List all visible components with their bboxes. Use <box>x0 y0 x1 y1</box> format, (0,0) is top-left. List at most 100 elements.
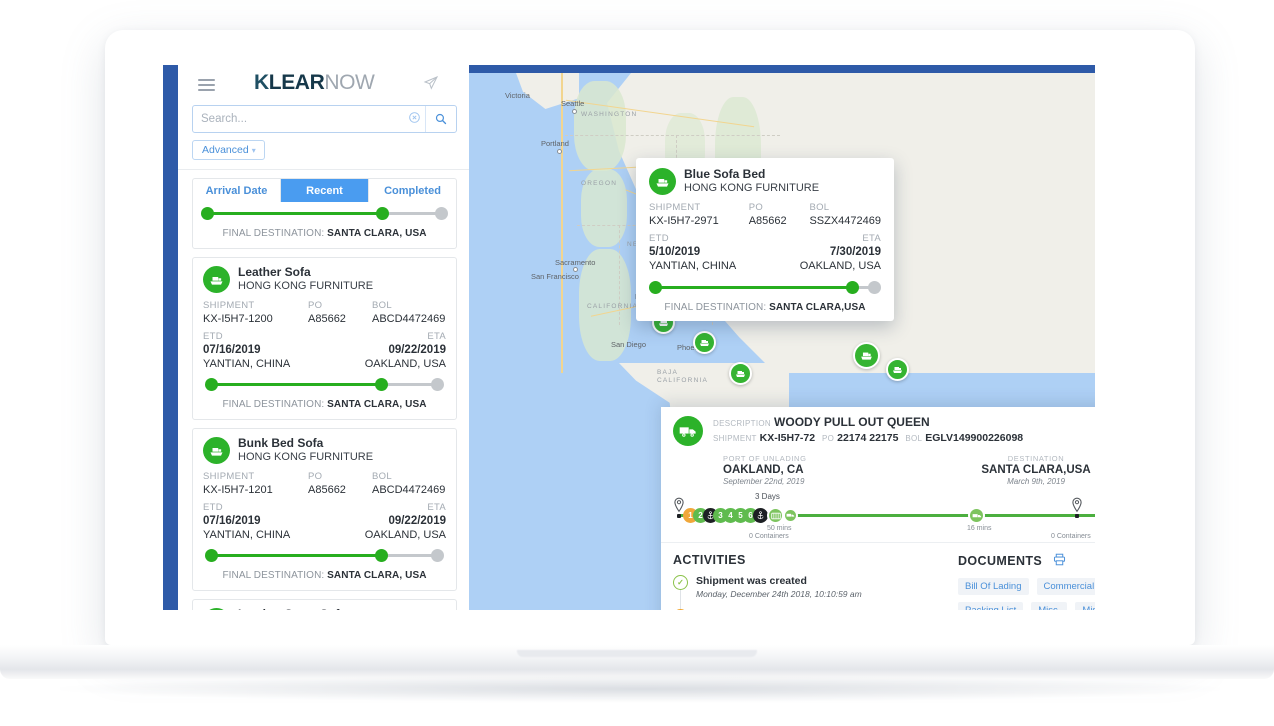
progress-handle-start[interactable] <box>205 549 218 562</box>
search-icon[interactable] <box>425 106 456 132</box>
map-city-dot <box>572 109 577 114</box>
final-destination-value: SANTA CLARA, USA <box>327 570 427 581</box>
road-i5 <box>561 73 563 373</box>
map-state-label: WASHINGTON <box>581 111 638 118</box>
po-field: PO A85662 <box>749 202 810 228</box>
progress-handle-current[interactable] <box>846 281 860 294</box>
floating-shipment-card[interactable]: Blue Sofa Bed HONG KONG FURNITURE SHIPME… <box>636 158 894 321</box>
app-screen: Victoria Seattle Portland Sacramento San… <box>163 65 1095 610</box>
activity-item[interactable]: ✓ Shipment was created Monday, December … <box>673 575 946 600</box>
tab-arrival-date[interactable]: Arrival Date <box>193 179 281 202</box>
progress-handle-end[interactable] <box>435 207 448 220</box>
final-destination-label: FINAL DESTINATION: <box>222 399 325 410</box>
document-chip-commercial-invoice[interactable]: Commercial Invoice <box>1036 578 1095 595</box>
activities-title: ACTIVITIES <box>673 553 746 567</box>
leg-port-of-unlading: PORT OF UNLADING OAKLAND, CA September 2… <box>723 454 807 486</box>
po-label: PO <box>748 202 764 213</box>
progress-handle-start[interactable] <box>649 281 662 294</box>
hamburger-icon[interactable] <box>198 79 215 91</box>
progress-handle-end[interactable] <box>868 281 881 294</box>
ship-badge-icon <box>203 437 230 464</box>
progress-track-fill <box>211 554 379 557</box>
progress-handle-end[interactable] <box>431 549 444 562</box>
po-value: A85662 <box>308 484 346 496</box>
leg-place: OAKLAND, CA <box>723 464 804 476</box>
detail-description-row: DESCRIPTION WOODY PULL OUT QUEEN <box>713 415 1095 431</box>
shipment-card-ids: SHIPMENT KX-I5H7-1200 PO A85662 BOL ABCD… <box>203 300 446 326</box>
detail-ids-row: SHIPMENT KX-I5H7-72 PO 22174 22175 BOL E… <box>713 431 1095 446</box>
leg-date: March 9th, 2019 <box>1007 477 1065 486</box>
ship-marker-icon[interactable] <box>693 331 716 354</box>
shipment-card-titles: Leather Seats Sofa HONG KONG FURNITURE <box>238 608 373 611</box>
detail-body: ACTIVITIES ✓ Shipment was created Monday… <box>661 542 1095 610</box>
printer-icon[interactable] <box>1053 553 1066 569</box>
ship-badge-icon <box>649 168 676 195</box>
shipment-progress-track[interactable] <box>205 377 444 393</box>
timeline-duration-top: 3 Days <box>755 492 780 501</box>
po-value: A85662 <box>748 215 787 227</box>
shipment-card-company: HONG KONG FURNITURE <box>238 451 374 463</box>
advanced-button[interactable]: Advanced ▾ <box>192 140 265 160</box>
progress-track-fill <box>211 383 379 386</box>
detail-timeline[interactable]: 1 2 3 4 5 6 3 Days 50 mins 0 Containers … <box>671 492 1095 540</box>
tab-recent[interactable]: Recent <box>281 179 369 202</box>
shipment-card[interactable]: Bunk Bed Sofa HONG KONG FURNITURE SHIPME… <box>192 428 457 591</box>
timeline-container-icon[interactable] <box>767 507 784 524</box>
activity-date: Monday, December 24th 2018, 10:10:59 am <box>696 589 862 599</box>
timeline-destination-node <box>1075 514 1079 518</box>
shipment-card-title: Leather Seats Sofa <box>238 608 373 611</box>
shipment-card-header: Blue Sofa Bed HONG KONG FURNITURE <box>649 168 881 195</box>
ship-marker-icon[interactable] <box>853 342 880 369</box>
document-chip-bill-of-lading[interactable]: Bill Of Lading <box>958 578 1029 595</box>
eta-date: 09/22/2019 <box>388 515 446 527</box>
shipment-card-company: HONG KONG FURNITURE <box>684 182 820 194</box>
progress-handle-current[interactable] <box>374 549 388 562</box>
activity-item[interactable]: 1 ISF was accepted, but there were warni… <box>673 609 946 610</box>
progress-handle-current[interactable] <box>376 207 390 220</box>
shipment-field: SHIPMENT KX-I5H7-2971 <box>649 202 749 228</box>
po-value: A85662 <box>308 313 346 325</box>
eta-label: ETA <box>862 233 881 244</box>
etd-place: YANTIAN, CHINA <box>203 529 291 541</box>
etd-label: ETD <box>203 502 223 513</box>
etd-label: ETD <box>649 233 669 244</box>
map-city-dot <box>557 149 562 154</box>
shipment-card-header: Leather Sofa HONG KONG FURNITURE <box>203 266 446 293</box>
search-input[interactable] <box>193 113 403 125</box>
final-destination-label: FINAL DESTINATION: <box>664 302 767 313</box>
shipment-card[interactable]: Leather Sofa HONG KONG FURNITURE SHIPMEN… <box>192 257 457 420</box>
progress-handle-end[interactable] <box>431 378 444 391</box>
document-chip-misc[interactable]: Misc. <box>1031 602 1068 610</box>
search-row <box>192 105 457 133</box>
progress-handle-current[interactable] <box>374 378 388 391</box>
map-city-label: San Diego <box>611 340 647 349</box>
clear-circle-icon[interactable] <box>403 112 425 126</box>
tab-completed[interactable]: Completed <box>369 179 456 202</box>
progress-handle-start[interactable] <box>201 207 214 220</box>
search-box[interactable] <box>192 105 457 133</box>
paper-plane-icon[interactable] <box>423 75 439 96</box>
document-chip-misc-2[interactable]: Misc. 2 <box>1075 602 1095 610</box>
ship-badge-icon <box>203 608 230 610</box>
timeline-truck-icon[interactable] <box>968 507 985 524</box>
shipment-card-title: Blue Sofa Bed <box>684 167 766 181</box>
anchor-icon[interactable] <box>753 508 768 523</box>
ship-marker-icon[interactable] <box>729 362 752 385</box>
shipment-card[interactable]: Leather Seats Sofa HONG KONG FURNITURE <box>192 599 457 610</box>
shipment-progress-track[interactable] <box>205 548 444 564</box>
bol-field: BOL ABCD4472469 <box>372 300 445 326</box>
logo-now: NOW <box>324 71 375 94</box>
leg-destination: DESTINATION SANTA CLARA,USA March 9th, 2… <box>971 454 1095 486</box>
check-icon: ✓ <box>673 575 688 590</box>
document-chip-packing-list[interactable]: Packing List <box>958 602 1024 610</box>
progress-handle-start[interactable] <box>205 378 218 391</box>
ship-marker-icon[interactable] <box>886 358 909 381</box>
timeline-truck-icon[interactable] <box>783 508 798 523</box>
map-city-label: Portland <box>541 139 569 148</box>
shipment-card-titles: Leather Sofa HONG KONG FURNITURE <box>238 266 373 293</box>
timeline-containers-2: 0 Containers <box>1051 533 1091 540</box>
shipment-progress-track[interactable] <box>649 280 881 296</box>
eta-date: 09/22/2019 <box>388 344 446 356</box>
etd-block: ETD 07/16/2019 YANTIAN, CHINA <box>203 502 290 542</box>
progress-track[interactable] <box>201 206 448 222</box>
